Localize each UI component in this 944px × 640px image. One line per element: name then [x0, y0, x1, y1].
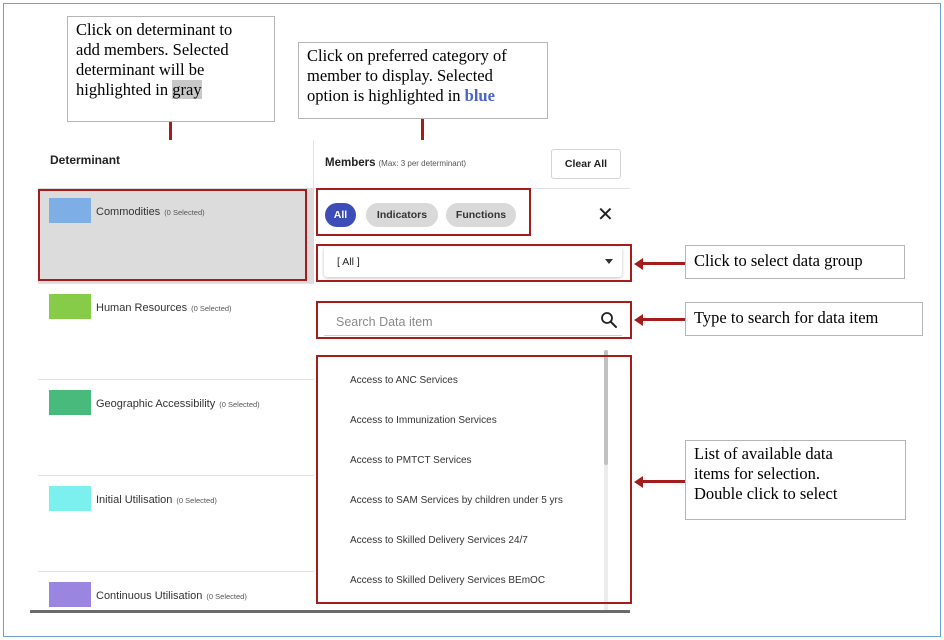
list-arrow-head: [634, 475, 643, 488]
determinant-selected-count: (0 Selected): [176, 496, 217, 505]
callout-line: List of available data: [694, 444, 833, 463]
callout-line: option is highlighted in blue: [307, 86, 539, 106]
callout-line: Click to select data group: [694, 251, 863, 270]
determinant-name: Initial Utilisation: [96, 494, 173, 506]
members-title: Members (Max: 3 per determinant): [325, 157, 466, 169]
list-highlight-box: [316, 355, 632, 604]
determinant-color-swatch: [49, 486, 91, 511]
determinant-name: Geographic Accessibility: [96, 398, 216, 410]
determinant-header: Determinant: [50, 153, 121, 167]
callout-text: option is highlighted in: [307, 86, 465, 105]
panel-bottom-border: [30, 610, 630, 613]
list-callout: List of available data items for selecti…: [685, 440, 906, 520]
callout-line: Click on determinant to: [76, 20, 233, 39]
callout-line: add members. Selected: [76, 40, 229, 59]
callout-line: highlighted in gray: [76, 80, 266, 100]
determinant-name: Continuous Utilisation: [96, 590, 203, 602]
gray-highlight-word: gray: [172, 80, 202, 99]
determinant-color-swatch: [49, 390, 91, 415]
data-group-arrow-line: [642, 262, 685, 265]
data-group-highlight-box: [316, 244, 632, 282]
callout-text: highlighted in: [76, 80, 173, 99]
callout-line: determinant will be: [76, 60, 205, 79]
list-arrow-line: [642, 480, 685, 483]
category-highlight-box: [316, 188, 531, 236]
members-title-text: Members: [325, 157, 376, 169]
determinant-item-label: Continuous Utilisation (0 Selected): [96, 590, 247, 602]
clear-all-button[interactable]: Clear All: [551, 149, 621, 179]
determinant-color-swatch: [49, 582, 91, 607]
close-icon[interactable]: ✕: [597, 205, 614, 225]
determinant-callout: Click on determinant to add members. Sel…: [67, 16, 275, 122]
determinant-item-label: Human Resources (0 Selected): [96, 302, 232, 314]
determinant-item-continuous-utilisation[interactable]: Continuous Utilisation (0 Selected): [38, 572, 314, 610]
search-arrow-line: [642, 318, 685, 321]
search-highlight-box: [316, 301, 632, 339]
data-group-callout: Click to select data group: [685, 245, 905, 279]
determinant-item-geographic-accessibility[interactable]: Geographic Accessibility (0 Selected): [38, 380, 314, 476]
determinant-selected-count: (0 Selected): [219, 400, 260, 409]
determinant-highlight-box: [38, 189, 307, 281]
determinant-item-label: Geographic Accessibility (0 Selected): [96, 398, 260, 410]
determinant-name: Human Resources: [96, 302, 188, 314]
callout-line: member to display. Selected: [307, 66, 493, 85]
category-callout: Click on preferred category of member to…: [298, 42, 548, 119]
search-callout: Type to search for data item: [685, 302, 923, 336]
determinant-selected-count: (0 Selected): [206, 592, 247, 601]
search-arrow-head: [634, 313, 643, 326]
callout-line: Double click to select: [694, 484, 838, 503]
members-subtitle: (Max: 3 per determinant): [378, 159, 467, 168]
callout-line: items for selection.: [694, 464, 821, 483]
determinant-item-initial-utilisation[interactable]: Initial Utilisation (0 Selected): [38, 476, 314, 572]
determinant-selected-count: (0 Selected): [191, 304, 232, 313]
callout-line: Type to search for data item: [694, 308, 879, 327]
data-group-arrow-head: [634, 257, 643, 270]
determinant-item-label: Initial Utilisation (0 Selected): [96, 494, 217, 506]
blue-highlight-word: blue: [464, 86, 495, 105]
determinant-color-swatch: [49, 294, 91, 319]
callout-line: Click on preferred category of: [307, 46, 507, 65]
determinant-item-human-resources[interactable]: Human Resources (0 Selected): [38, 284, 314, 380]
